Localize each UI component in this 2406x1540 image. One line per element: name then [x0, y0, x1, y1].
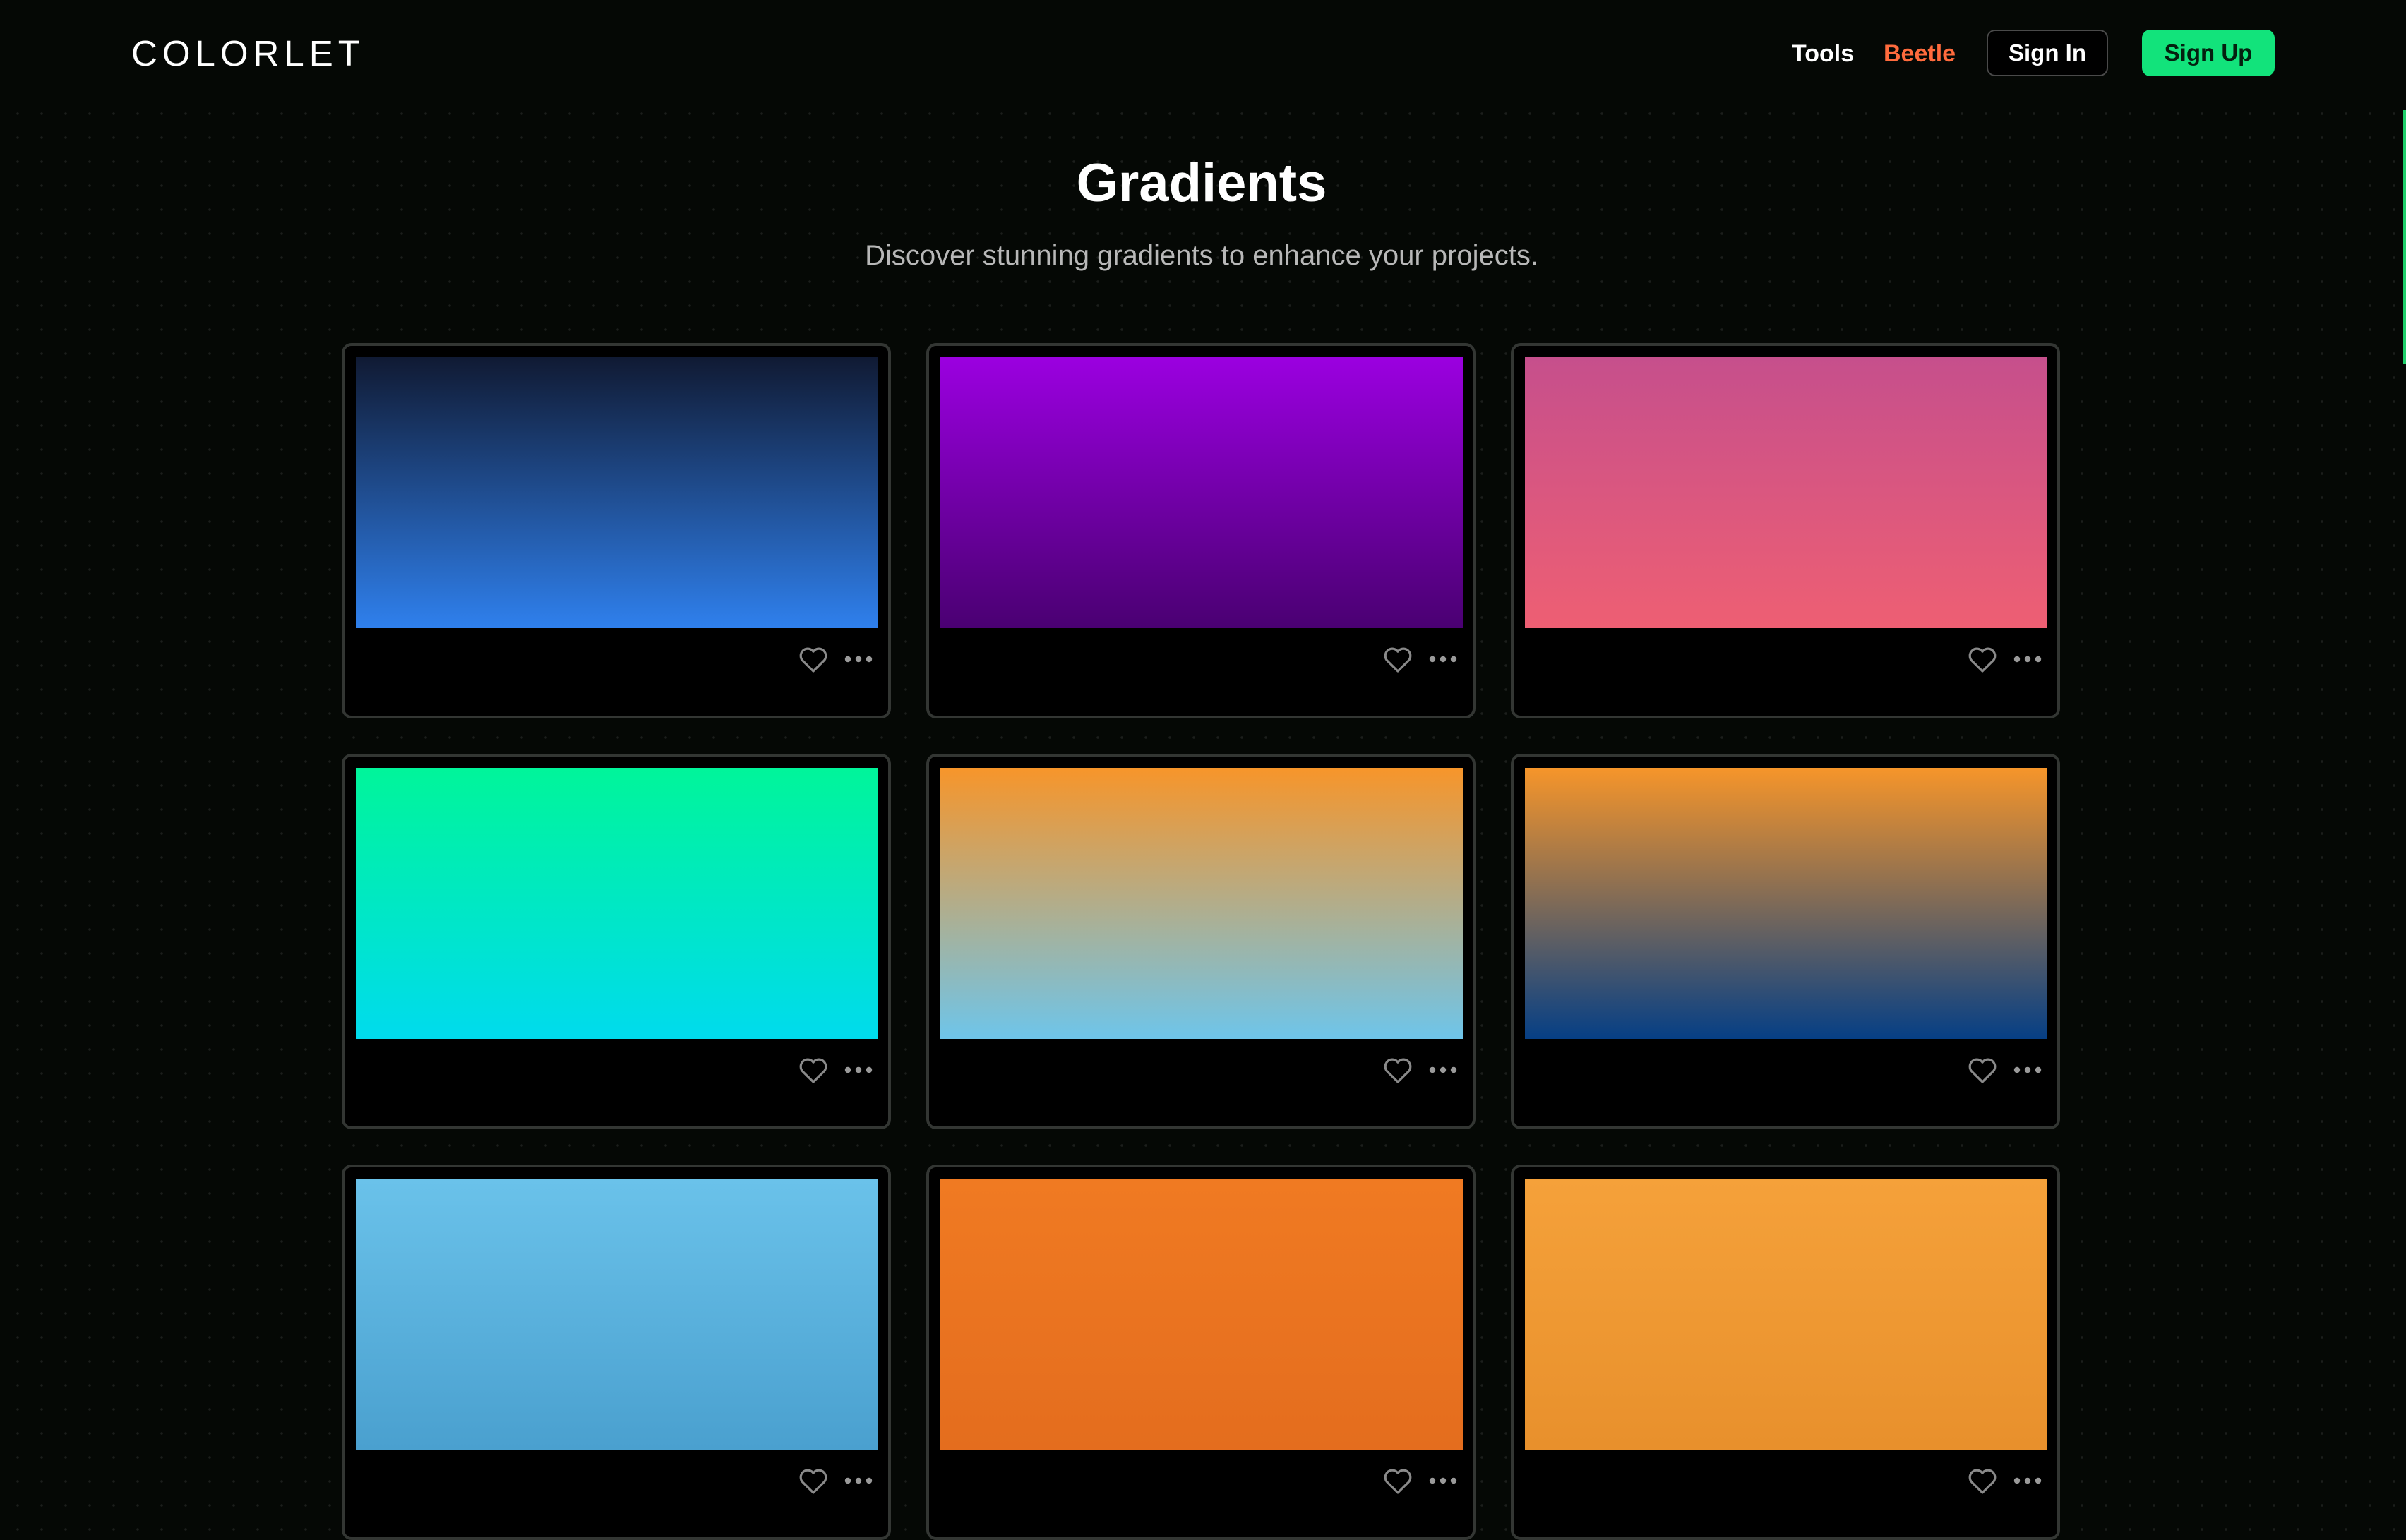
gradient-card[interactable]	[926, 343, 1476, 718]
more-options-icon[interactable]	[842, 1053, 875, 1087]
nav-link-tools[interactable]: Tools	[1792, 40, 1854, 68]
card-actions	[1965, 1053, 2045, 1087]
more-options-icon[interactable]	[2011, 1053, 2045, 1087]
heart-icon[interactable]	[1381, 1464, 1415, 1498]
scroll-indicator[interactable]	[2403, 110, 2406, 364]
gradient-card[interactable]	[1511, 343, 2060, 718]
gradient-card[interactable]	[342, 343, 891, 718]
heart-icon[interactable]	[1965, 1464, 1999, 1498]
nav-link-beetle[interactable]: Beetle	[1884, 40, 1956, 68]
logo[interactable]: COLORLET	[131, 34, 365, 73]
top-nav: COLORLET Tools Beetle Sign In Sign Up	[0, 0, 2406, 106]
gradient-swatch[interactable]	[940, 768, 1463, 1039]
more-options-icon[interactable]	[842, 642, 875, 676]
page-title: Gradients	[1076, 153, 1327, 213]
card-actions	[796, 1053, 875, 1087]
heart-icon[interactable]	[1965, 642, 1999, 676]
card-actions	[1965, 1464, 2045, 1498]
gradient-swatch[interactable]	[356, 357, 878, 628]
gradient-swatch[interactable]	[940, 1179, 1463, 1450]
gradient-swatch[interactable]	[1525, 1179, 2047, 1450]
heart-icon[interactable]	[796, 1464, 830, 1498]
more-options-icon[interactable]	[1426, 1464, 1460, 1498]
card-actions	[796, 1464, 875, 1498]
more-options-icon[interactable]	[1426, 642, 1460, 676]
gradient-card[interactable]	[342, 754, 891, 1129]
gradient-swatch[interactable]	[356, 768, 878, 1039]
gradient-card[interactable]	[342, 1165, 891, 1540]
gradient-grid	[342, 343, 2060, 1540]
gradient-swatch[interactable]	[356, 1179, 878, 1450]
heart-icon[interactable]	[796, 642, 830, 676]
card-actions	[796, 642, 875, 676]
gradient-card[interactable]	[926, 1165, 1476, 1540]
more-options-icon[interactable]	[2011, 1464, 2045, 1498]
heart-icon[interactable]	[1381, 1053, 1415, 1087]
heart-icon[interactable]	[796, 1053, 830, 1087]
sign-in-button[interactable]: Sign In	[1987, 30, 2108, 76]
sign-up-button[interactable]: Sign Up	[2142, 30, 2275, 76]
card-actions	[1965, 642, 2045, 676]
heart-icon[interactable]	[1381, 642, 1415, 676]
gradient-card[interactable]	[1511, 754, 2060, 1129]
more-options-icon[interactable]	[1426, 1053, 1460, 1087]
gradient-card[interactable]	[1511, 1165, 2060, 1540]
card-actions	[1381, 642, 1460, 676]
more-options-icon[interactable]	[2011, 642, 2045, 676]
gradient-swatch[interactable]	[940, 357, 1463, 628]
heart-icon[interactable]	[1965, 1053, 1999, 1087]
gradient-swatch[interactable]	[1525, 357, 2047, 628]
gradient-card[interactable]	[926, 754, 1476, 1129]
card-actions	[1381, 1464, 1460, 1498]
card-actions	[1381, 1053, 1460, 1087]
gradient-swatch[interactable]	[1525, 768, 2047, 1039]
page-subtitle: Discover stunning gradients to enhance y…	[865, 240, 1538, 271]
more-options-icon[interactable]	[842, 1464, 875, 1498]
